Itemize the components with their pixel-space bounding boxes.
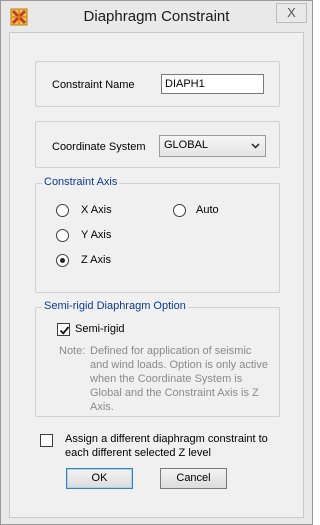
semi-rigid-title: Semi-rigid Diaphragm Option bbox=[42, 300, 188, 312]
dialog-window: Diaphragm Constraint X Constraint Name C… bbox=[0, 0, 313, 525]
semi-rigid-checkbox-box[interactable] bbox=[57, 323, 70, 336]
coordinate-system-label: Coordinate System bbox=[52, 141, 146, 153]
close-icon: X bbox=[287, 5, 296, 20]
x-axis-label[interactable]: X Axis bbox=[81, 204, 112, 216]
x-axis-radio-button[interactable] bbox=[56, 204, 69, 217]
title-bar[interactable]: Diaphragm Constraint X bbox=[1, 1, 312, 32]
z-axis-radio-button[interactable] bbox=[56, 254, 69, 267]
z-axis-label[interactable]: Z Axis bbox=[81, 254, 111, 266]
semi-rigid-label[interactable]: Semi-rigid bbox=[75, 323, 125, 335]
constraint-axis-group: Constraint Axis X Axis Y Axis Z Axis Aut… bbox=[35, 176, 280, 293]
note-line: and wind loads. Option is only active bbox=[90, 359, 268, 371]
auto-radio-button[interactable] bbox=[173, 204, 186, 217]
cancel-button[interactable]: Cancel bbox=[160, 468, 227, 489]
note-line: Defined for application of seismic bbox=[90, 345, 252, 357]
chevron-down-icon bbox=[251, 143, 260, 149]
constraint-axis-title: Constraint Axis bbox=[42, 176, 120, 188]
note-line: when the Coordinate System is bbox=[90, 373, 243, 385]
constraint-name-label: Constraint Name bbox=[52, 79, 135, 91]
z-level-label[interactable]: Assign a different diaphragm constraint … bbox=[65, 432, 268, 460]
y-axis-radio-button[interactable] bbox=[56, 229, 69, 242]
coordinate-system-group: Coordinate System GLOBAL bbox=[35, 121, 280, 168]
auto-label[interactable]: Auto bbox=[196, 204, 219, 216]
note-label: Note: bbox=[59, 345, 86, 357]
close-button[interactable]: X bbox=[276, 3, 307, 23]
constraint-name-input[interactable] bbox=[161, 74, 264, 94]
note-line: Global and the Constraint Axis is Z bbox=[90, 387, 259, 399]
checkmark-icon bbox=[59, 326, 70, 335]
dialog-client-area: Constraint Name Coordinate System GLOBAL… bbox=[9, 32, 304, 518]
z-level-checkbox-box[interactable] bbox=[40, 434, 53, 447]
radio-selected-dot bbox=[60, 258, 65, 263]
z-level-label-line: Assign a different diaphragm constraint … bbox=[65, 433, 268, 445]
constraint-name-group: Constraint Name bbox=[35, 61, 280, 107]
note-text: Defined for application of seismic and w… bbox=[90, 344, 278, 414]
semi-rigid-group: Semi-rigid Diaphragm Option Semi-rigid N… bbox=[35, 300, 280, 417]
coordinate-system-selected-value: GLOBAL bbox=[164, 139, 209, 151]
window-title: Diaphragm Constraint bbox=[83, 8, 230, 25]
y-axis-label[interactable]: Y Axis bbox=[81, 229, 111, 241]
z-level-label-line: each different selected Z level bbox=[65, 447, 211, 459]
note-line: Axis. bbox=[90, 401, 114, 413]
coordinate-system-select[interactable]: GLOBAL bbox=[159, 135, 266, 157]
ok-button[interactable]: OK bbox=[66, 468, 133, 489]
